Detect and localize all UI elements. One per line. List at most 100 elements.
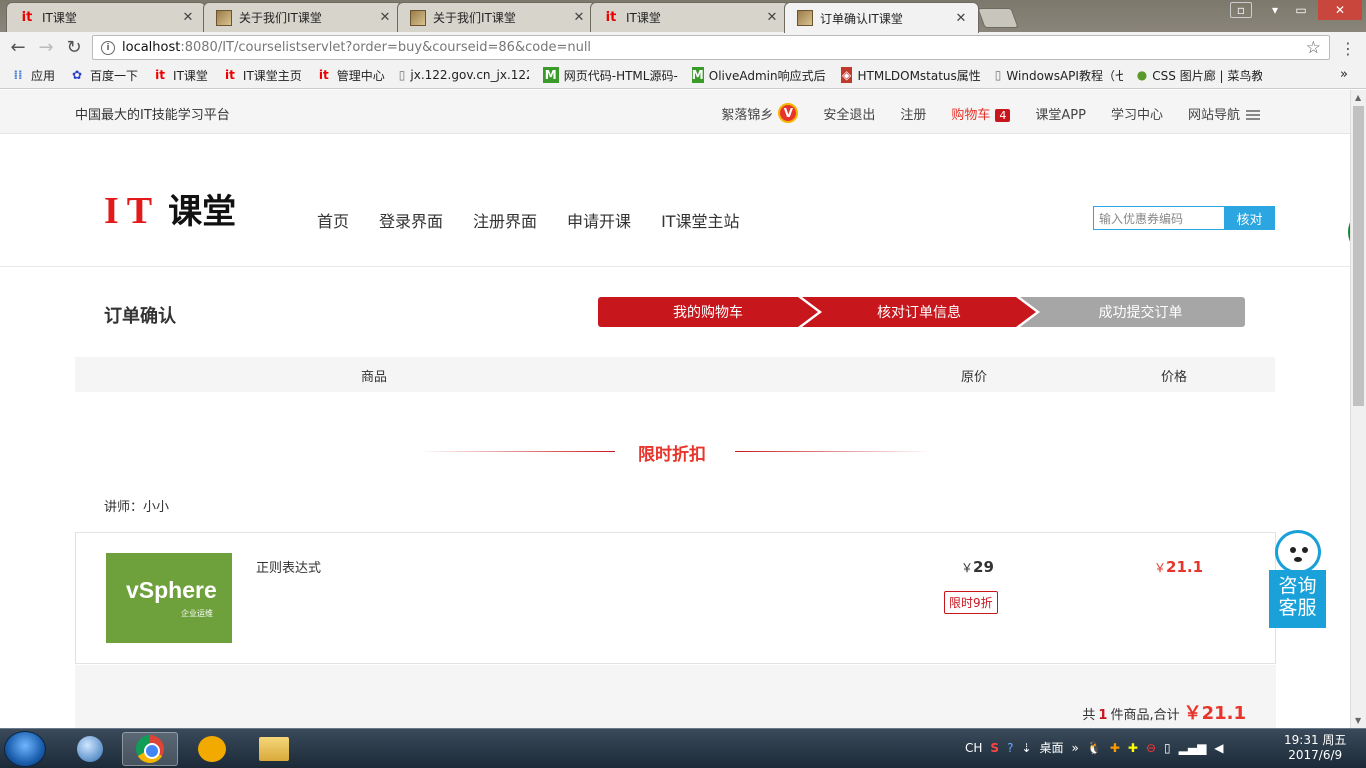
summary-text: 件商品,合计 <box>1110 708 1180 723</box>
register-link[interactable]: 注册 <box>900 104 926 123</box>
it-favicon-icon: it <box>21 10 33 25</box>
nav-apply-course[interactable]: 申请开课 <box>567 208 631 232</box>
clock-time: 19:31 周五 <box>1284 733 1347 747</box>
top-links: 絮落锦乡 V 安全退出 注册 购物车 4 课堂APP 学习中心 网站导航 <box>721 103 1260 123</box>
block-icon[interactable]: ⊖ <box>1146 741 1156 755</box>
language-indicator[interactable]: CH <box>965 741 982 755</box>
bookmark-item[interactable]: M 网页代码-HTML源码- <box>542 67 678 84</box>
nav-main-site[interactable]: IT课堂主站 <box>661 208 740 232</box>
bookmark-label: jx.122.gov.cn_jx.122.go <box>410 68 528 82</box>
customer-service-widget[interactable]: 咨询 客服 <box>1269 530 1326 628</box>
bookmark-star-icon[interactable]: ☆ <box>1306 38 1321 58</box>
thumbnail-subtitle: 企业运维 <box>181 609 213 618</box>
browser-tab-active[interactable]: 订单确认IT课堂 ✕ <box>784 2 979 33</box>
bookmark-label: IT课堂 <box>173 68 208 83</box>
scroll-down-icon[interactable]: ▼ <box>1355 716 1361 725</box>
scrollbar-thumb[interactable] <box>1353 106 1364 406</box>
info-icon[interactable]: i <box>101 40 115 55</box>
browser-menu-icon[interactable]: ⋮ <box>1340 39 1356 58</box>
show-desktop-label[interactable]: 桌面 <box>1040 739 1064 756</box>
bookmark-item[interactable]: it 管理中心 <box>316 67 385 84</box>
study-center-link[interactable]: 学习中心 <box>1111 104 1163 123</box>
bookmark-item[interactable]: ✿ 百度一下 <box>69 67 138 84</box>
cart-label: 购物车 <box>951 107 991 123</box>
clock[interactable]: 19:31 周五 2017/6/9 <box>1284 733 1346 763</box>
start-button[interactable] <box>4 731 46 767</box>
bookmark-label: IT课堂主页 <box>242 68 302 83</box>
m-icon: M <box>691 67 704 83</box>
bookmark-item[interactable]: ▯ WindowsAPI教程（七 <box>995 67 1123 84</box>
currency-symbol: ￥ <box>1183 703 1202 724</box>
volume-icon[interactable]: ◀ <box>1214 741 1223 755</box>
signal-icon[interactable]: ▂▄▆ <box>1179 741 1207 755</box>
reload-icon[interactable]: ↻ <box>60 33 88 61</box>
step-verify: 核对订单信息 <box>802 297 1036 327</box>
tab-title: 订单确认IT课堂 <box>820 11 903 26</box>
baidu-paw-icon: ✿ <box>71 68 83 82</box>
bookmark-item[interactable]: ● CSS 图片廊 | 菜鸟教程 <box>1137 67 1262 84</box>
app-link[interactable]: 课堂APP <box>1035 104 1086 123</box>
bookmark-item[interactable]: ▯ jx.122.gov.cn_jx.122.go <box>399 67 529 83</box>
browser-tab[interactable]: 关于我们IT课堂 ✕ <box>397 2 597 32</box>
back-icon[interactable]: ← <box>4 33 32 61</box>
close-icon[interactable]: ✕ <box>378 10 392 25</box>
sale-price-value: 21.1 <box>1166 558 1204 576</box>
folder-icon[interactable] <box>246 732 302 766</box>
close-icon[interactable]: ✕ <box>765 10 779 25</box>
bookmark-item[interactable]: it IT课堂主页 <box>222 67 302 84</box>
bookmark-item[interactable]: ◈ HTMLDOMstatus属性 <box>840 67 981 84</box>
order-summary: 共 1 件商品,合计 ￥21.1 <box>75 665 1276 728</box>
bookmark-apps[interactable]: ⁞⁞ 应用 <box>10 67 55 84</box>
close-icon[interactable]: ✕ <box>954 11 968 26</box>
restore-button[interactable]: ▭ <box>1288 0 1314 20</box>
ime-arrow-icon[interactable]: ⇣ <box>1021 741 1031 755</box>
close-icon[interactable]: ✕ <box>572 10 586 25</box>
tray-expand-icon[interactable]: » <box>1072 741 1079 755</box>
coupon-check-button[interactable]: 核对 <box>1224 206 1275 230</box>
browser-tab[interactable]: it IT课堂 ✕ <box>590 2 790 32</box>
nav-login[interactable]: 登录界面 <box>379 208 443 232</box>
bookmark-item[interactable]: it IT课堂 <box>152 67 208 84</box>
total-amount: ￥21.1 <box>1184 703 1246 724</box>
forward-icon[interactable]: → <box>32 33 60 61</box>
new-tab-button[interactable] <box>977 8 1019 28</box>
scroll-up-icon[interactable]: ▲ <box>1355 93 1361 102</box>
it-favicon-icon: it <box>605 10 617 25</box>
coupon-input[interactable]: 输入优惠券编码 <box>1093 206 1224 230</box>
browser-tab[interactable]: 关于我们IT课堂 ✕ <box>203 2 403 32</box>
qq-icon[interactable]: 🐧 <box>1087 741 1102 755</box>
baidu-paw-icon[interactable] <box>184 732 240 766</box>
nav-register[interactable]: 注册界面 <box>473 208 537 232</box>
tray-app-icon[interactable]: ✚ <box>1110 741 1120 755</box>
table-header: 商品 原价 价格 <box>75 357 1275 392</box>
chrome-icon[interactable] <box>122 732 178 766</box>
help-icon[interactable]: ? <box>1007 741 1013 755</box>
it-favicon-icon: it <box>318 68 329 82</box>
page-scrollbar[interactable]: ▲ ▼ <box>1350 90 1366 728</box>
plus-icon[interactable]: ✚ <box>1128 741 1138 755</box>
site-logo[interactable]: IT 课堂 <box>104 184 236 233</box>
minimize-button[interactable]: ▾ <box>1262 0 1288 20</box>
browser-tab[interactable]: it IT课堂 ✕ <box>6 2 206 32</box>
user-icon[interactable]: ▫ <box>1230 2 1252 18</box>
close-icon[interactable]: ✕ <box>181 10 195 25</box>
currency-symbol: ￥ <box>1154 561 1167 575</box>
service-label: 咨询 客服 <box>1269 570 1326 628</box>
bookmark-item[interactable]: M OliveAdmin响应式后台 <box>691 67 827 84</box>
chevron-more-icon[interactable]: » <box>1340 67 1348 82</box>
close-window-button[interactable]: ✕ <box>1318 0 1362 20</box>
page-title: 订单确认 <box>104 306 176 327</box>
sogou-icon[interactable]: S <box>990 741 999 755</box>
site-nav-link[interactable]: 网站导航 <box>1188 104 1260 123</box>
address-bar[interactable]: i localhost:8080/IT/courselistservlet?or… <box>92 35 1330 60</box>
battery-icon[interactable]: ▯ <box>1164 741 1171 755</box>
logout-link[interactable]: 安全退出 <box>823 104 875 123</box>
course-name[interactable]: 正则表达式 <box>256 557 321 576</box>
bookmarks-bar: ⁞⁞ 应用 ✿ 百度一下 it IT课堂 it IT课堂主页 it 管理中心 ▯ jx.12… <box>0 62 1366 89</box>
it-favicon-icon: it <box>155 68 165 82</box>
username-link[interactable]: 絮落锦乡 <box>721 104 773 123</box>
cart-link[interactable]: 购物车 4 <box>951 104 1011 123</box>
eclipse-icon[interactable] <box>62 732 118 766</box>
nav-home[interactable]: 首页 <box>317 208 349 232</box>
course-thumbnail[interactable]: vSphere 企业运维 <box>106 553 232 643</box>
